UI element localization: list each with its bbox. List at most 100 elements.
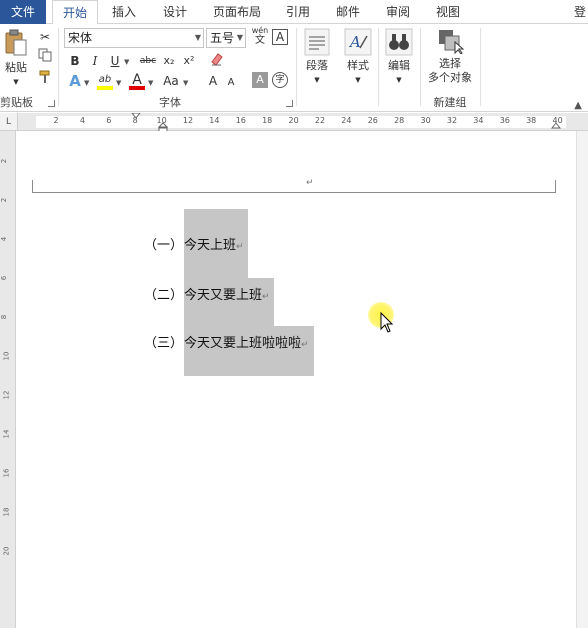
- font-name-combo[interactable]: 宋体 ▼: [64, 28, 204, 48]
- document-page[interactable]: [16, 131, 576, 628]
- right-indent-marker-icon[interactable]: [551, 122, 561, 130]
- svg-text:A: A: [348, 33, 361, 51]
- tab-design[interactable]: 设计: [155, 0, 195, 24]
- ruler-tick-label: 34: [473, 116, 484, 125]
- tab-insert[interactable]: 插入: [104, 0, 144, 24]
- list-item-label: 今天上班: [184, 238, 237, 253]
- list-item-text[interactable]: 今天又要上班↵: [184, 284, 270, 303]
- header-corner-left: [32, 180, 33, 192]
- paragraph-label: 段落: [306, 59, 328, 72]
- tab-mailings[interactable]: 邮件: [328, 0, 368, 24]
- shrink-font-button[interactable]: A: [222, 74, 240, 92]
- vertical-ruler-tick-label: 4: [0, 236, 9, 242]
- font-color-button[interactable]: A: [128, 71, 146, 90]
- vertical-ruler-tick-label: 8: [0, 314, 9, 320]
- character-shading-button[interactable]: A: [252, 72, 268, 88]
- ruler-tick-label: 12: [182, 116, 194, 125]
- underline-button[interactable]: U: [106, 52, 124, 70]
- list-item-label: 今天又要上班: [184, 288, 263, 303]
- ruler-tick-label: 22: [314, 116, 326, 125]
- select-label-line1: 选择: [439, 57, 461, 70]
- tab-review[interactable]: 审阅: [378, 0, 418, 24]
- phonetic-guide-icon[interactable]: wén 文: [250, 26, 270, 48]
- ruler-tick-label: 26: [367, 116, 378, 125]
- list-item-label: 今天又要上班啦啦啦: [184, 336, 302, 351]
- font-launcher-icon[interactable]: [286, 100, 293, 107]
- chevron-down-icon[interactable]: ▼: [116, 79, 121, 87]
- strikethrough-button[interactable]: abc: [136, 52, 160, 70]
- chevron-down-icon: ▼: [355, 76, 361, 84]
- vertical-scrollbar[interactable]: [576, 131, 588, 628]
- clipboard-group-label: 剪贴板: [0, 96, 33, 109]
- grow-font-button[interactable]: A: [204, 72, 222, 90]
- chevron-down-icon: ▼: [236, 33, 243, 42]
- tab-home[interactable]: 开始: [52, 0, 98, 25]
- highlight-button[interactable]: ab: [96, 71, 114, 90]
- styles-button[interactable]: A 样式 ▼: [340, 28, 376, 92]
- format-painter-icon[interactable]: [36, 70, 54, 88]
- tab-page-layout[interactable]: 页面布局: [206, 0, 268, 24]
- paste-label: 粘贴: [5, 61, 27, 74]
- superscript-button[interactable]: x²: [180, 52, 198, 70]
- select-label-line2: 多个对象: [428, 71, 472, 84]
- ruler-text-area: [36, 116, 566, 128]
- list-item-number: （二）: [144, 288, 184, 303]
- list-item-text[interactable]: 今天上班↵: [184, 234, 244, 253]
- highlight-glyph: ab: [98, 74, 112, 85]
- list-item-number: （三）: [144, 336, 184, 351]
- paragraph-mark: ↵: [236, 242, 244, 252]
- clipboard-launcher-icon[interactable]: [48, 100, 55, 107]
- font-size-value: 五号: [210, 31, 235, 45]
- ruler-tick-label: 28: [394, 116, 405, 125]
- font-size-combo[interactable]: 五号 ▼: [206, 28, 246, 48]
- paste-dropdown-caret: ▼: [13, 78, 19, 86]
- group-divider: [296, 28, 297, 106]
- mouse-pointer-icon: [380, 312, 394, 333]
- ruler-tick-label: 4: [79, 116, 85, 125]
- tab-selector[interactable]: L: [0, 113, 18, 131]
- enclose-characters-button[interactable]: 字: [272, 72, 288, 88]
- group-divider: [420, 28, 421, 106]
- vertical-ruler-tick-label: 2: [0, 158, 9, 164]
- tab-view[interactable]: 视图: [428, 0, 468, 24]
- ruler-tick-label: 32: [446, 116, 458, 125]
- copy-icon[interactable]: [36, 48, 54, 66]
- clear-formatting-icon[interactable]: [208, 51, 226, 69]
- italic-button[interactable]: I: [86, 52, 104, 70]
- chevron-down-icon[interactable]: ▼: [124, 58, 129, 66]
- horizontal-ruler[interactable]: 2 4 6 8 10 12 14 16 18 20 22 24 26 28 30 32 34 36 38 40: [18, 113, 588, 134]
- cut-icon[interactable]: ✂: [36, 28, 54, 46]
- vertical-ruler[interactable]: 2 2 4 6 8 10 12 14 16 18 20: [0, 131, 16, 628]
- text-effects-button[interactable]: A: [66, 72, 84, 90]
- group-divider: [480, 28, 481, 106]
- indent-marker-icon[interactable]: [131, 113, 141, 131]
- list-item-text[interactable]: 今天又要上班啦啦啦↵: [184, 332, 309, 351]
- chevron-down-icon[interactable]: ▼: [183, 79, 188, 87]
- paste-button[interactable]: 粘贴 ▼: [0, 28, 32, 92]
- tab-references[interactable]: 引用: [278, 0, 318, 24]
- ruler-tick-label: 16: [235, 116, 246, 125]
- chevron-down-icon[interactable]: ▼: [148, 79, 153, 87]
- login-link[interactable]: 登录: [574, 0, 588, 24]
- paragraph-mark: ↵: [301, 340, 309, 350]
- tab-file[interactable]: 文件: [0, 0, 46, 24]
- word-window: 文件 开始 插入 设计 页面布局 引用 邮件 审阅 视图 登录 粘贴 ▼ ✂ 剪…: [0, 0, 588, 628]
- vertical-ruler-tick-label: 20: [2, 546, 11, 556]
- character-border-icon[interactable]: A: [272, 29, 288, 45]
- paragraph-button[interactable]: 段落 ▼: [300, 28, 334, 92]
- chevron-down-icon[interactable]: ▼: [84, 79, 89, 87]
- vertical-ruler-tick-label: 14: [2, 429, 11, 439]
- binoculars-icon: [385, 28, 413, 56]
- change-case-button[interactable]: Aa: [160, 72, 182, 90]
- header-corner-right: [555, 180, 556, 192]
- ruler-tick-label: 24: [341, 116, 352, 125]
- editing-button[interactable]: 编辑 ▼: [382, 28, 416, 92]
- select-multiple-objects-button[interactable]: 选择 多个对象: [424, 28, 476, 92]
- subscript-button[interactable]: x₂: [160, 52, 178, 70]
- new-group-label: 新建组: [433, 96, 467, 109]
- collapse-ribbon-icon[interactable]: ▲: [574, 100, 582, 111]
- editing-label: 编辑: [388, 59, 410, 72]
- ruler-tick-label: 38: [526, 116, 537, 125]
- bold-button[interactable]: B: [66, 52, 84, 70]
- vertical-ruler-tick-label: 16: [2, 468, 11, 478]
